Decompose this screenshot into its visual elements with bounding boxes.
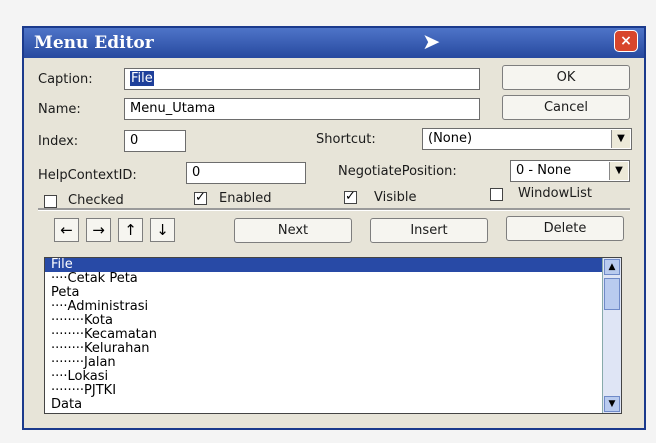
- scroll-thumb[interactable]: [604, 278, 620, 310]
- arrow-left-button[interactable]: ←: [54, 218, 79, 242]
- shortcut-label: Shortcut:: [316, 132, 376, 147]
- delete-button[interactable]: Delete: [506, 216, 624, 241]
- list-item[interactable]: ········Kelurahan: [45, 342, 621, 356]
- list-item[interactable]: ········Jalan: [45, 356, 621, 370]
- shortcut-value: (None): [428, 131, 473, 146]
- arrow-up-button[interactable]: ↑: [118, 218, 143, 242]
- separator: [38, 208, 630, 211]
- windowlist-checkbox[interactable]: [490, 188, 503, 201]
- checked-checkbox[interactable]: [44, 195, 57, 208]
- caption-value: File: [130, 71, 154, 86]
- window-title: Menu Editor: [34, 33, 154, 53]
- list-item[interactable]: File: [45, 258, 621, 272]
- scroll-up-icon[interactable]: ▲: [604, 259, 620, 275]
- enabled-checkbox[interactable]: ✓: [194, 191, 207, 205]
- title-bar[interactable]: Menu Editor × ➤: [24, 28, 644, 58]
- list-item[interactable]: Peta: [45, 286, 621, 300]
- arrow-down-button[interactable]: ↓: [150, 218, 175, 242]
- list-item[interactable]: ········Kecamatan: [45, 328, 621, 342]
- negotiate-select[interactable]: 0 - None ▼: [510, 160, 630, 182]
- visible-label: Visible: [374, 190, 417, 205]
- scrollbar[interactable]: ▲ ▼: [602, 258, 621, 413]
- caption-label: Caption:: [38, 72, 93, 87]
- list-item[interactable]: ····Lokasi: [45, 370, 621, 384]
- ok-button[interactable]: OK: [502, 65, 630, 90]
- arrow-right-button[interactable]: →: [86, 218, 111, 242]
- chevron-down-icon[interactable]: ▼: [611, 130, 630, 148]
- helpcontext-label: HelpContextID:: [38, 168, 137, 183]
- close-button[interactable]: ×: [614, 30, 638, 52]
- list-item[interactable]: ········PJTKI: [45, 384, 621, 398]
- list-item[interactable]: Data: [45, 398, 621, 412]
- menu-editor-dialog: Menu Editor × ➤ Caption: File OK Name: M…: [22, 26, 646, 430]
- caption-input[interactable]: File: [124, 68, 480, 90]
- chevron-down-icon[interactable]: ▼: [609, 162, 628, 180]
- index-label: Index:: [38, 134, 79, 149]
- cancel-button[interactable]: Cancel: [502, 95, 630, 120]
- helpcontext-input[interactable]: 0: [186, 162, 306, 184]
- list-item[interactable]: ····Cetak Peta: [45, 272, 621, 286]
- index-input[interactable]: 0: [124, 130, 186, 152]
- enabled-label: Enabled: [219, 191, 272, 206]
- windowlist-label: WindowList: [518, 186, 592, 201]
- name-label: Name:: [38, 102, 81, 117]
- name-input[interactable]: Menu_Utama: [124, 98, 480, 120]
- scroll-down-icon[interactable]: ▼: [604, 396, 620, 412]
- negotiate-label: NegotiatePosition:: [338, 164, 457, 179]
- insert-button[interactable]: Insert: [370, 218, 488, 243]
- list-item[interactable]: ····Administrasi: [45, 300, 621, 314]
- negotiate-value: 0 - None: [516, 163, 572, 178]
- shortcut-select[interactable]: (None) ▼: [422, 128, 632, 150]
- menu-items-list[interactable]: File ····Cetak Peta Peta ····Administrasi ··…: [44, 257, 622, 414]
- list-items-container: File ····Cetak Peta Peta ····Administrasi ··…: [45, 258, 621, 412]
- next-button[interactable]: Next: [234, 218, 352, 243]
- list-item[interactable]: ········Kota: [45, 314, 621, 328]
- mouse-cursor-icon: ➤: [422, 30, 441, 55]
- visible-checkbox[interactable]: ✓: [344, 190, 357, 204]
- checked-label: Checked: [68, 193, 124, 208]
